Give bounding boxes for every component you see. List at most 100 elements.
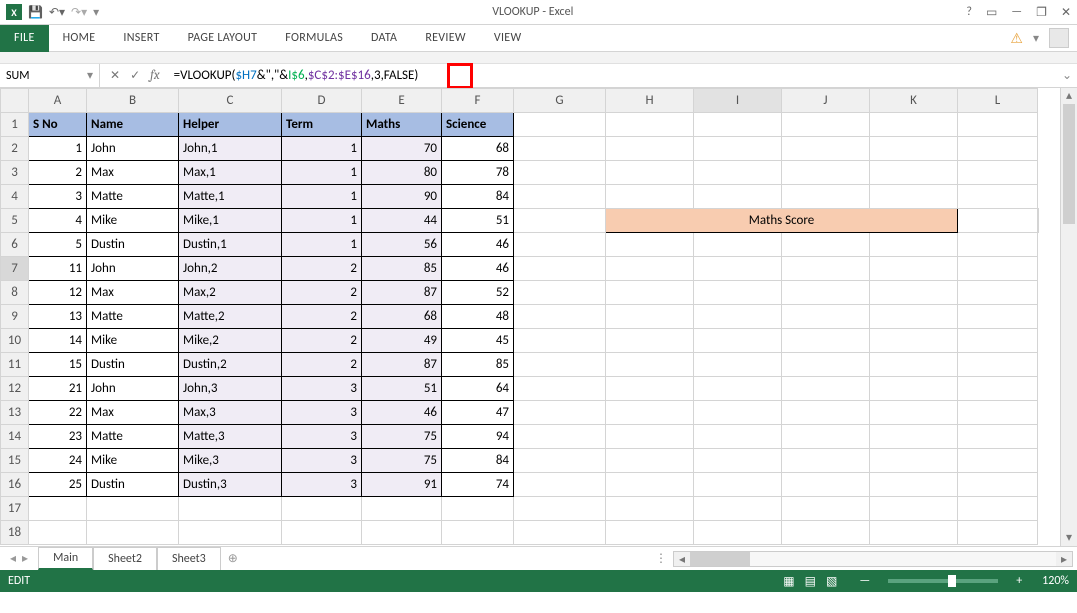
cell-L14[interactable] <box>958 425 1038 449</box>
row-header-10[interactable]: 10 <box>1 329 29 353</box>
row-header-3[interactable]: 3 <box>1 161 29 185</box>
cell-L8[interactable] <box>958 281 1038 305</box>
cell-G11[interactable] <box>514 353 606 377</box>
cell-I4[interactable] <box>694 185 782 209</box>
cell-J10[interactable] <box>782 329 870 353</box>
cell-E13[interactable]: 46 <box>362 401 442 425</box>
cell-K4[interactable] <box>870 185 958 209</box>
cell-H3[interactable] <box>606 161 694 185</box>
cell-B14[interactable]: Matte <box>87 425 179 449</box>
col-header-K[interactable]: K <box>870 89 958 113</box>
cell-D17[interactable] <box>282 497 362 521</box>
cell-A10[interactable]: 14 <box>29 329 87 353</box>
minimize-icon[interactable]: — <box>1011 5 1022 19</box>
cell-L13[interactable] <box>958 401 1038 425</box>
zoom-out-icon[interactable]: — <box>859 574 870 588</box>
cell-F15[interactable]: 84 <box>442 449 514 473</box>
tab-split-handle-icon[interactable]: ⋮ <box>655 551 667 566</box>
col-header-I[interactable]: I <box>694 89 782 113</box>
cell-E2[interactable]: 70 <box>362 137 442 161</box>
name-box-dropdown-icon[interactable]: ▾ <box>87 68 93 83</box>
cell-D7[interactable]: 2 <box>282 257 362 281</box>
vertical-scrollbar[interactable]: ▴ ▾ <box>1060 88 1077 546</box>
cell-H8[interactable] <box>606 281 694 305</box>
cell-D9[interactable]: 2 <box>282 305 362 329</box>
cell-F3[interactable]: 78 <box>442 161 514 185</box>
row-header-1[interactable]: 1 <box>1 113 29 137</box>
cell-C3[interactable]: Max,1 <box>179 161 282 185</box>
cell-G16[interactable] <box>514 473 606 497</box>
formula-expand-icon[interactable]: ⌄ <box>1057 68 1077 83</box>
cell-J16[interactable] <box>782 473 870 497</box>
cell-D4[interactable]: 1 <box>282 185 362 209</box>
cell-K16[interactable] <box>870 473 958 497</box>
cell-J8[interactable] <box>782 281 870 305</box>
zoom-level[interactable]: 120% <box>1042 574 1069 588</box>
cell-F11[interactable]: 85 <box>442 353 514 377</box>
cell-I1[interactable] <box>694 113 782 137</box>
undo-icon[interactable]: ↶▾ <box>49 5 65 20</box>
row-header-17[interactable]: 17 <box>1 497 29 521</box>
row-header-13[interactable]: 13 <box>1 401 29 425</box>
cell-B1[interactable]: Name <box>87 113 179 137</box>
cell-D18[interactable] <box>282 521 362 545</box>
ribbon-display-icon[interactable]: ▭ <box>986 5 997 20</box>
cell-J12[interactable] <box>782 377 870 401</box>
cell-G12[interactable] <box>514 377 606 401</box>
cell-D10[interactable]: 2 <box>282 329 362 353</box>
formula-input[interactable]: =VLOOKUP($H7&","&I$6,$C$2:$E$16,3,FALSE) <box>170 64 1057 87</box>
cell-J6[interactable] <box>782 233 870 257</box>
cell-F4[interactable]: 84 <box>442 185 514 209</box>
cell-D11[interactable]: 2 <box>282 353 362 377</box>
cell-E15[interactable]: 75 <box>362 449 442 473</box>
row-header-2[interactable]: 2 <box>1 137 29 161</box>
sheet-tab-main[interactable]: Main <box>38 547 93 570</box>
cell-J17[interactable] <box>782 497 870 521</box>
tab-page-layout[interactable]: PAGE LAYOUT <box>174 25 272 52</box>
cell-E17[interactable] <box>362 497 442 521</box>
cell-K1[interactable] <box>870 113 958 137</box>
cell-G4[interactable] <box>514 185 606 209</box>
cell-B18[interactable] <box>87 521 179 545</box>
cell-C10[interactable]: Mike,2 <box>179 329 282 353</box>
cell-L1[interactable] <box>958 113 1038 137</box>
cell-E5[interactable]: 44 <box>362 209 442 233</box>
warning-icon[interactable]: ⚠ <box>1010 30 1023 47</box>
sheet-nav-prev-icon[interactable]: ◂ <box>10 551 16 566</box>
cell-I14[interactable] <box>694 425 782 449</box>
cell-E9[interactable]: 68 <box>362 305 442 329</box>
cell-C1[interactable]: Helper <box>179 113 282 137</box>
cell-A9[interactable]: 13 <box>29 305 87 329</box>
cell-B4[interactable]: Matte <box>87 185 179 209</box>
cell-G9[interactable] <box>514 305 606 329</box>
row-header-7[interactable]: 7 <box>1 257 29 281</box>
cell-H6[interactable] <box>606 233 694 257</box>
user-dropdown-icon[interactable]: ▾ <box>1033 31 1039 46</box>
cell-L4[interactable] <box>958 185 1038 209</box>
cell-E7[interactable]: 85 <box>362 257 442 281</box>
cell-F18[interactable] <box>442 521 514 545</box>
cell-G10[interactable] <box>514 329 606 353</box>
cell-B8[interactable]: Max <box>87 281 179 305</box>
cell-J5[interactable] <box>958 209 1038 233</box>
cell-D6[interactable]: 1 <box>282 233 362 257</box>
cell-F8[interactable]: 52 <box>442 281 514 305</box>
cell-A6[interactable]: 5 <box>29 233 87 257</box>
row-header-5[interactable]: 5 <box>1 209 29 233</box>
scroll-down-icon[interactable]: ▾ <box>1061 530 1077 546</box>
cell-B15[interactable]: Mike <box>87 449 179 473</box>
cell-A15[interactable]: 24 <box>29 449 87 473</box>
cell-F6[interactable]: 46 <box>442 233 514 257</box>
cell-L5[interactable] <box>1038 209 1039 233</box>
cell-G13[interactable] <box>514 401 606 425</box>
cell-B5[interactable]: Mike <box>87 209 179 233</box>
row-header-16[interactable]: 16 <box>1 473 29 497</box>
cell-D14[interactable]: 3 <box>282 425 362 449</box>
cell-I16[interactable] <box>694 473 782 497</box>
cell-C14[interactable]: Matte,3 <box>179 425 282 449</box>
cell-E3[interactable]: 80 <box>362 161 442 185</box>
cell-G6[interactable] <box>514 233 606 257</box>
cell-D13[interactable]: 3 <box>282 401 362 425</box>
vscroll-thumb[interactable] <box>1063 104 1075 224</box>
cell-L3[interactable] <box>958 161 1038 185</box>
